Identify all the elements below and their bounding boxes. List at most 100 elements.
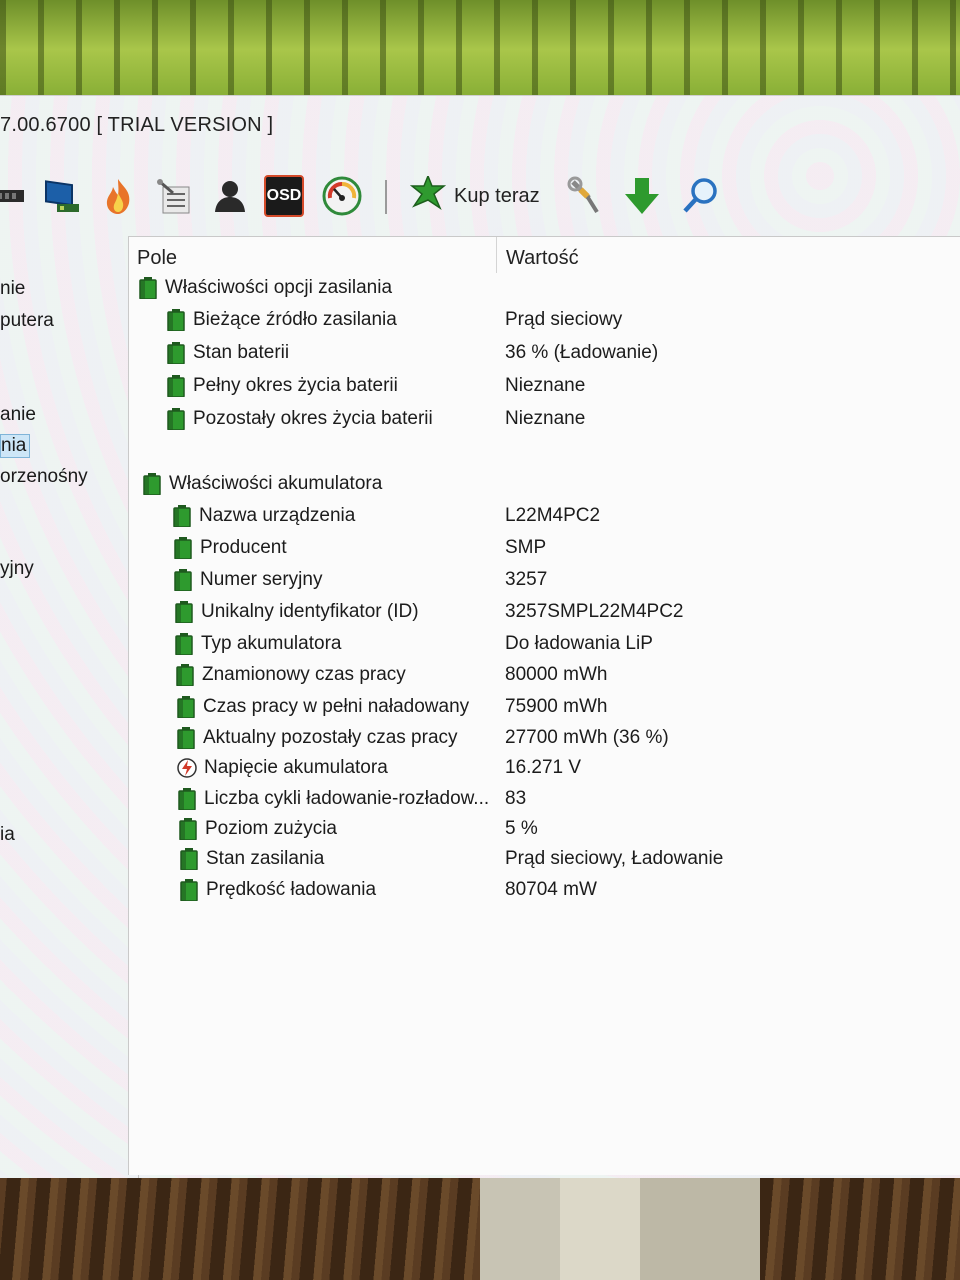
search-icon[interactable] xyxy=(680,176,720,216)
field-label: Stan baterii xyxy=(193,342,290,363)
field-value: 16.271 V xyxy=(505,757,582,778)
battery-icon xyxy=(175,695,197,719)
list-item[interactable]: Pełny okres życia baterii xyxy=(165,371,398,401)
group-title: Właściwości akumulatora xyxy=(169,473,383,494)
column-header-value[interactable]: Wartość xyxy=(506,241,579,275)
column-divider[interactable] xyxy=(496,237,497,273)
group-title: Właściwości opcji zasilania xyxy=(165,277,393,298)
field-value: Nieznane xyxy=(505,375,586,396)
desktop-wallpaper-top xyxy=(0,0,960,110)
battery-icon xyxy=(178,878,200,902)
field-label: Pełny okres życia baterii xyxy=(193,375,398,396)
field-label: Unikalny identyfikator (ID) xyxy=(201,601,419,622)
list-item[interactable]: Prędkość ładowania xyxy=(178,875,376,905)
toolbar-separator xyxy=(385,180,387,214)
field-label: Numer seryjny xyxy=(200,569,323,590)
buy-now-label: Kup teraz xyxy=(454,184,540,207)
column-header-field[interactable]: Pole xyxy=(137,241,177,275)
nav-item-selected[interactable]: nia xyxy=(0,434,31,458)
field-value: 5 % xyxy=(505,818,538,839)
battery-icon xyxy=(172,536,194,560)
battery-icon xyxy=(178,847,200,871)
field-label: Prędkość ładowania xyxy=(206,879,377,900)
battery-icon xyxy=(173,600,195,624)
buy-star-icon xyxy=(408,173,448,217)
battery-icon xyxy=(165,308,187,332)
battery-icon xyxy=(172,568,194,592)
field-value: 83 xyxy=(505,788,527,809)
monitor-icon[interactable] xyxy=(42,176,82,216)
battery-icon xyxy=(173,632,195,656)
nav-item[interactable]: yjny xyxy=(0,558,34,580)
list-item[interactable]: Numer seryjny xyxy=(172,565,322,595)
field-label: Znamionowy czas pracy xyxy=(202,664,406,685)
list-item[interactable]: Napięcie akumulatora xyxy=(176,753,388,783)
field-label: Pozostały okres życia baterii xyxy=(193,408,433,429)
list-item[interactable]: Czas pracy w pełni naładowany xyxy=(175,692,469,722)
download-icon[interactable] xyxy=(622,176,662,216)
battery-icon xyxy=(137,276,159,300)
field-value: 75900 mWh xyxy=(505,696,608,717)
nav-item[interactable]: anie xyxy=(0,404,36,426)
osd-icon[interactable]: OSD xyxy=(264,175,304,217)
field-value: 36 % (Ładowanie) xyxy=(505,342,659,363)
battery-icon xyxy=(177,817,199,841)
battery-icon xyxy=(141,472,163,496)
motherboard-icon[interactable] xyxy=(0,176,26,216)
battery-icon xyxy=(165,341,187,365)
battery-icon xyxy=(175,726,197,750)
battery-icon xyxy=(174,663,196,687)
wrench-icon[interactable] xyxy=(566,176,606,216)
list-item[interactable]: Znamionowy czas pracy xyxy=(174,660,406,690)
field-label: Bieżące źródło zasilania xyxy=(193,309,397,330)
app-window: 7.00.6700 [ TRIAL VERSION ] OSD Kup tera… xyxy=(0,95,960,1178)
battery-icon xyxy=(176,787,198,811)
desktop-wallpaper-bottom xyxy=(0,1165,960,1280)
group-header[interactable]: Właściwości akumulatora xyxy=(141,469,382,499)
list-item[interactable]: Aktualny pozostały czas pracy xyxy=(175,723,458,753)
tools-list-icon[interactable] xyxy=(154,176,194,216)
field-label: Aktualny pozostały czas pracy xyxy=(203,727,458,748)
list-item[interactable]: Pozostały okres życia baterii xyxy=(165,404,433,434)
field-value: 3257SMPL22M4PC2 xyxy=(505,601,684,622)
list-item[interactable]: Bieżące źródło zasilania xyxy=(165,305,397,335)
field-value: 80000 mWh xyxy=(505,664,608,685)
list-item[interactable]: Producent xyxy=(172,533,287,563)
list-item[interactable]: Stan zasilania xyxy=(178,844,324,874)
toolbar: OSD Kup teraz xyxy=(0,168,960,228)
nav-item[interactable]: orzenośny xyxy=(0,466,88,488)
nav-item[interactable]: ia xyxy=(0,824,15,846)
list-item[interactable]: Unikalny identyfikator (ID) xyxy=(173,597,419,627)
field-label: Typ akumulatora xyxy=(201,633,342,654)
group-header[interactable]: Właściwości opcji zasilania xyxy=(137,273,392,303)
user-icon[interactable] xyxy=(210,176,250,216)
buy-now-button[interactable]: Kup teraz xyxy=(408,173,540,218)
details-list: Pole Wartość Właściwości opcji zasilania… xyxy=(128,236,960,1175)
list-item[interactable]: Typ akumulatora xyxy=(173,629,341,659)
field-value: Prąd sieciowy xyxy=(505,309,623,330)
list-item[interactable]: Poziom zużycia xyxy=(177,814,337,844)
window-title: 7.00.6700 [ TRIAL VERSION ] xyxy=(0,114,274,136)
list-item[interactable]: Nazwa urządzenia xyxy=(171,501,355,531)
field-label: Liczba cykli ładowanie-rozładow... xyxy=(204,788,490,809)
field-label: Poziom zużycia xyxy=(205,818,337,839)
battery-icon xyxy=(165,374,187,398)
nav-item[interactable]: putera xyxy=(0,310,54,332)
list-item[interactable]: Stan baterii xyxy=(165,338,289,368)
field-value: 27700 mWh (36 %) xyxy=(505,727,669,748)
field-value: SMP xyxy=(505,537,547,558)
field-value: Prąd sieciowy, Ładowanie xyxy=(505,848,724,869)
gauge-icon[interactable] xyxy=(322,176,362,216)
field-label: Czas pracy w pełni naładowany xyxy=(203,696,470,717)
nav-item[interactable]: nie xyxy=(0,278,25,300)
battery-icon xyxy=(171,504,193,528)
voltage-icon xyxy=(176,756,198,780)
field-label: Producent xyxy=(200,537,287,558)
nav-tree: nie putera anie nia orzenośny yjny ia xyxy=(0,236,139,1178)
list-item[interactable]: Liczba cykli ładowanie-rozładow... xyxy=(176,784,489,814)
field-value: 3257 xyxy=(505,569,548,590)
field-label: Napięcie akumulatora xyxy=(204,757,388,778)
osd-label: OSD xyxy=(264,175,304,217)
field-label: Stan zasilania xyxy=(206,848,325,869)
flame-icon[interactable] xyxy=(98,176,138,216)
